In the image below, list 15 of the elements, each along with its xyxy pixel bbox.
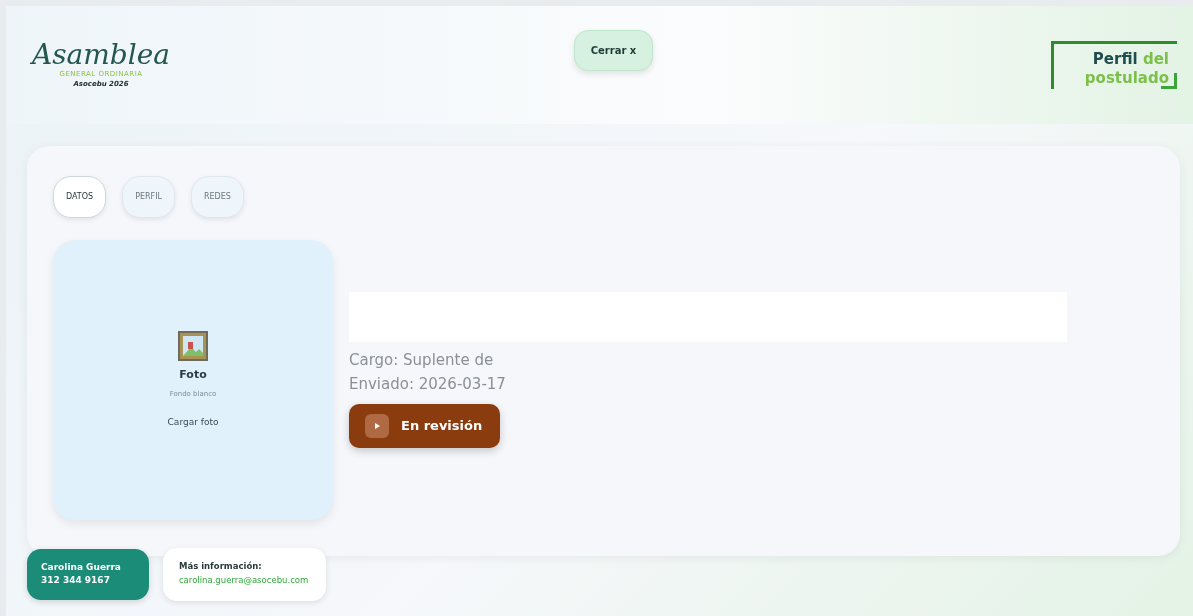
picture-frame-icon — [178, 330, 208, 361]
contact-name: Carolina Guerra — [41, 561, 121, 574]
tab[interactable]: PERFIL — [122, 176, 175, 218]
close-button[interactable]: Cerrar x — [573, 29, 654, 71]
page-title: Perfil del postulado — [1051, 40, 1177, 90]
status-button[interactable]: En revisión — [349, 404, 501, 448]
info-label: Más información: — [178, 560, 263, 573]
upload-photo-link[interactable]: Cargar foto — [167, 415, 219, 430]
photo-title: Foto — [179, 366, 207, 383]
tab[interactable]: DATOS — [53, 176, 107, 218]
submitted-date-text: Enviado: 2026-03-17 — [349, 374, 507, 395]
tab[interactable]: REDES — [191, 176, 244, 218]
contact-phone: 312 344 9167 — [41, 573, 111, 587]
position-text: Cargo: Suplente de — [349, 350, 495, 371]
play-icon — [365, 414, 389, 438]
